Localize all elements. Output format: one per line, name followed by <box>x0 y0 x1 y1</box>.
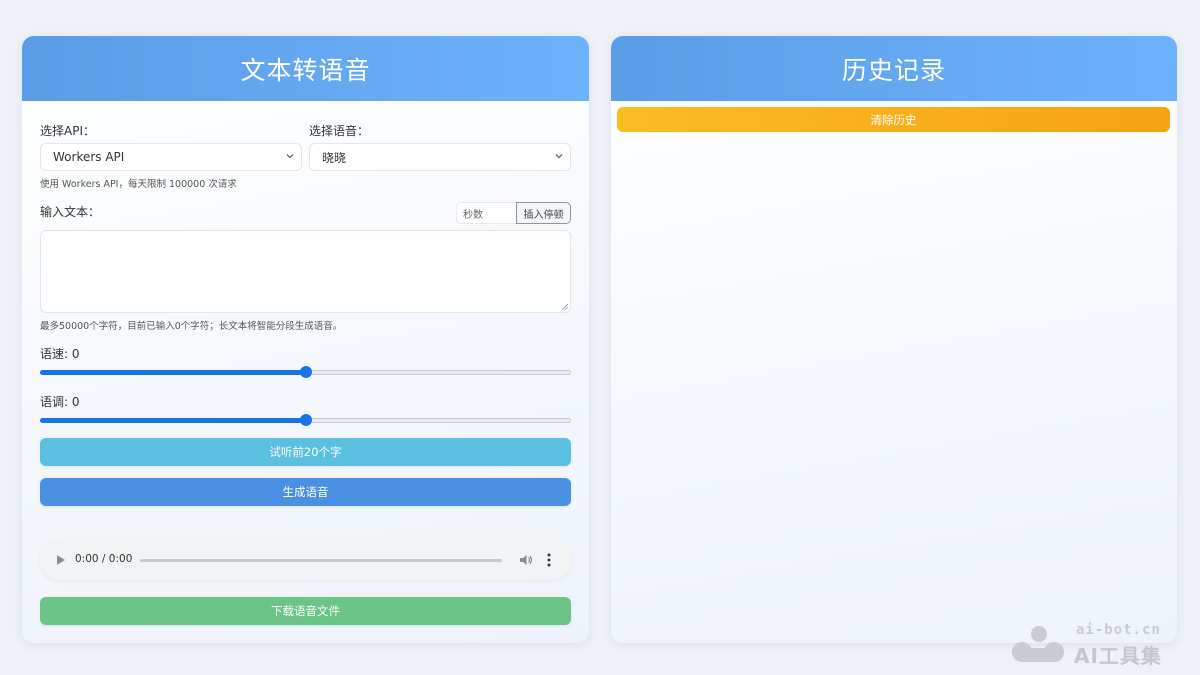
pitch-label: 语调: 0 <box>40 393 80 410</box>
watermark-domain: ai-bot.cn <box>1076 622 1161 638</box>
text-input[interactable] <box>40 230 571 313</box>
volume-icon[interactable] <box>519 553 533 567</box>
tts-panel: 文本转语音 选择API： Workers API 选择语音： 晓晓 使用 Wor… <box>22 36 589 643</box>
slider-fill <box>40 370 306 375</box>
preview-button[interactable]: 试听前20个字 <box>40 438 571 466</box>
api-select[interactable]: Workers API <box>40 143 302 171</box>
resize-grip-icon[interactable] <box>562 304 568 310</box>
pitch-slider[interactable] <box>40 414 571 426</box>
text-label: 输入文本： <box>40 203 100 220</box>
pause-seconds-input[interactable]: 秒数 <box>456 202 516 224</box>
char-count-hint: 最多50000个字符，目前已输入0个字符；长文本将智能分段生成语音。 <box>40 318 342 332</box>
generate-button[interactable]: 生成语音 <box>40 478 571 506</box>
history-panel: 历史记录 清除历史 <box>611 36 1177 643</box>
history-title: 历史记录 <box>611 36 1177 101</box>
api-select-value: Workers API <box>53 150 124 164</box>
download-button[interactable]: 下载语音文件 <box>40 597 571 625</box>
speed-label: 语速: 0 <box>40 345 80 362</box>
voice-select[interactable]: 晓晓 <box>309 143 571 171</box>
chevron-down-icon <box>285 151 295 161</box>
chevron-down-icon <box>554 151 564 161</box>
tts-title: 文本转语音 <box>22 36 589 101</box>
slider-fill <box>40 418 306 423</box>
more-options-icon[interactable] <box>547 553 551 567</box>
speed-slider[interactable] <box>40 366 571 378</box>
clear-history-button[interactable]: 清除历史 <box>617 107 1170 132</box>
api-hint: 使用 Workers API，每天限制 100000 次请求 <box>40 176 237 190</box>
slider-thumb[interactable] <box>300 414 312 426</box>
audio-progress-bar[interactable] <box>140 559 502 562</box>
insert-pause-button[interactable]: 插入停顿 <box>516 202 571 224</box>
voice-label: 选择语音： <box>309 122 369 139</box>
watermark: ai-bot.cn AI工具集 <box>1010 622 1195 668</box>
play-icon[interactable] <box>56 554 66 566</box>
watermark-brand: AI工具集 <box>1074 640 1162 669</box>
voice-select-value: 晓晓 <box>322 149 346 166</box>
watermark-logo-icon <box>1010 624 1068 664</box>
slider-thumb[interactable] <box>300 366 312 378</box>
pause-control: 秒数 插入停顿 <box>456 202 571 224</box>
audio-time: 0:00 / 0:00 <box>75 553 132 565</box>
audio-player: 0:00 / 0:00 <box>40 540 571 580</box>
api-label: 选择API： <box>40 122 95 139</box>
